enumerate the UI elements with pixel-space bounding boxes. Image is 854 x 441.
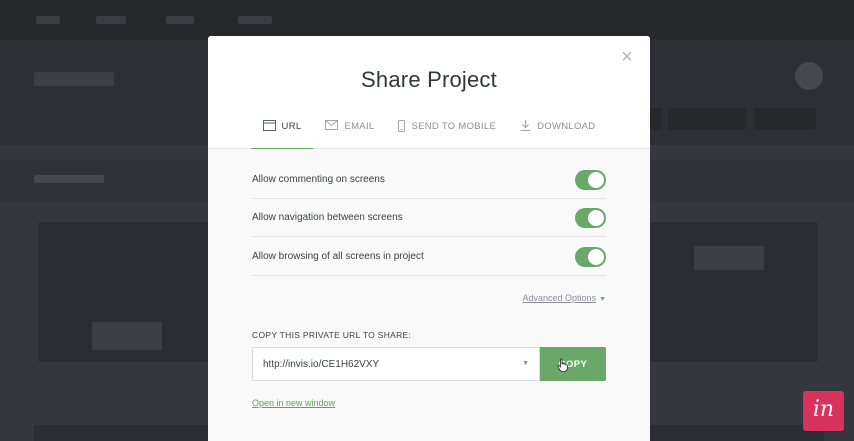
share-tabs: URL EMAIL SEND TO MOBILE DOWNLOAD — [208, 120, 650, 150]
toggle-navigation[interactable] — [575, 207, 606, 228]
tab-email-label: EMAIL — [344, 121, 375, 132]
invision-logo: in — [803, 391, 844, 431]
dropdown-caret-icon[interactable]: ▼ — [522, 360, 529, 367]
option-label: Allow commenting on screens — [252, 174, 385, 185]
advanced-options-label: Advanced Options — [522, 293, 597, 303]
open-in-new-window-link[interactable]: Open in new window — [252, 398, 335, 408]
background-topbar — [0, 0, 854, 40]
tab-email[interactable]: EMAIL — [313, 120, 386, 149]
share-url-field[interactable]: http://invis.io/CE1H62VXY ▼ — [252, 347, 540, 381]
modal-body: Allow commenting on screens Allow naviga… — [208, 149, 650, 441]
modal-title: Share Project — [361, 67, 497, 92]
tab-download-label: DOWNLOAD — [537, 121, 596, 132]
background-nav-item — [36, 16, 60, 24]
option-row-browsing: Allow browsing of all screens in project — [252, 238, 606, 276]
background-nav-item — [166, 16, 194, 24]
background-nav-item — [96, 16, 126, 24]
tab-send-to-mobile-label: SEND TO MOBILE — [411, 121, 497, 132]
download-icon — [520, 120, 531, 134]
background-button — [650, 108, 662, 130]
toggle-commenting[interactable] — [575, 169, 606, 190]
background-button — [754, 108, 816, 130]
background-card — [650, 222, 818, 362]
background-nav-item — [238, 16, 272, 24]
option-label: Allow navigation between screens — [252, 212, 403, 223]
background-button — [668, 108, 746, 130]
tab-send-to-mobile[interactable]: SEND TO MOBILE — [386, 120, 508, 149]
tab-url-label: URL — [281, 121, 302, 132]
tab-url[interactable]: URL — [250, 120, 314, 150]
close-icon[interactable]: × — [618, 47, 636, 67]
hand-cursor-icon — [557, 358, 569, 372]
option-label: Allow browsing of all screens in project — [252, 251, 424, 262]
url-section-label: COPY THIS PRIVATE URL TO SHARE: — [252, 330, 412, 340]
option-row-navigation: Allow navigation between screens — [252, 199, 606, 237]
share-project-modal: × Share Project URL EMAIL SEND TO MOBILE — [208, 36, 650, 441]
background-title — [34, 72, 114, 86]
share-url-value: http://invis.io/CE1H62VXY — [263, 358, 380, 370]
toggle-browsing[interactable] — [575, 246, 606, 267]
background-card — [38, 222, 208, 362]
option-row-commenting: Allow commenting on screens — [252, 161, 606, 199]
chevron-down-icon: ▼ — [599, 296, 606, 303]
background-card-thumb — [92, 322, 162, 350]
background-avatar — [795, 62, 823, 90]
envelope-icon — [325, 120, 339, 133]
advanced-options-link[interactable]: Advanced Options ▼ — [523, 293, 606, 303]
copy-button[interactable]: COPY — [540, 347, 606, 381]
background-card-thumb — [694, 246, 764, 270]
browser-window-icon — [262, 120, 276, 134]
mobile-phone-icon — [398, 120, 406, 135]
modal-header: × Share Project URL EMAIL SEND TO MOBILE — [208, 36, 650, 150]
background-subbar-text — [34, 175, 104, 183]
tab-download[interactable]: DOWNLOAD — [508, 120, 607, 149]
